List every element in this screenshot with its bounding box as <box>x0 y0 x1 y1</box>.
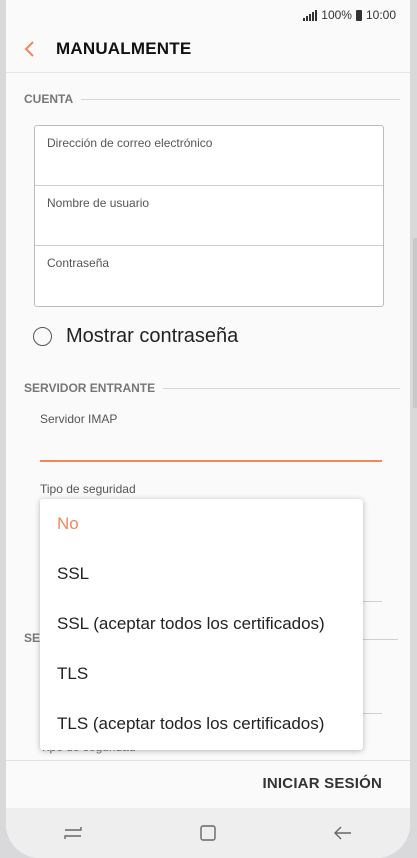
header-divider <box>6 72 410 73</box>
outgoing-section-fragment: SE <box>24 631 41 645</box>
page-title: MANUALMENTE <box>56 39 192 58</box>
recent-apps-icon <box>64 827 83 839</box>
back-nav-button[interactable] <box>323 818 363 848</box>
security-type-dropdown: No SSL SSL (aceptar todos los certificad… <box>40 499 363 750</box>
field-underline <box>363 713 382 714</box>
imap-server-input[interactable] <box>40 460 382 462</box>
section-divider <box>81 98 400 100</box>
recent-apps-button[interactable] <box>53 818 93 848</box>
battery-percent: 100% <box>321 8 352 22</box>
back-arrow-icon <box>333 826 351 840</box>
username-field-label: Nombre de usuario <box>47 196 150 210</box>
home-icon <box>200 825 216 841</box>
navigation-bar <box>6 808 410 858</box>
dropdown-option-tls[interactable]: TLS <box>40 649 363 699</box>
email-field[interactable]: Dirección de correo electrónico <box>35 126 383 186</box>
chevron-left-icon <box>24 41 34 57</box>
imap-server-label: Servidor IMAP <box>40 412 118 426</box>
back-button[interactable] <box>12 26 48 72</box>
signal-icon <box>303 9 318 21</box>
device-frame: 100% 10:00 MANUALMENTE CUENTA Dirección … <box>0 0 417 858</box>
battery-icon <box>355 9 362 21</box>
screen: 100% 10:00 MANUALMENTE CUENTA Dirección … <box>6 0 410 858</box>
dropdown-option-ssl-all-certs[interactable]: SSL (aceptar todos los certificados) <box>40 599 363 649</box>
section-title: SERVIDOR ENTRANTE <box>24 381 156 395</box>
dropdown-option-ssl[interactable]: SSL <box>40 549 363 599</box>
app-header: MANUALMENTE <box>6 26 410 72</box>
section-divider <box>163 387 400 389</box>
footer-divider <box>6 760 410 761</box>
account-fields: Dirección de correo electrónico Nombre d… <box>34 125 384 307</box>
dropdown-option-tls-all-certs[interactable]: TLS (aceptar todos los certificados) <box>40 699 363 749</box>
dropdown-option-no[interactable]: No <box>40 499 363 549</box>
password-field[interactable]: Contraseña <box>35 246 383 306</box>
section-header-incoming: SERVIDOR ENTRANTE <box>24 380 400 396</box>
username-field[interactable]: Nombre de usuario <box>35 186 383 246</box>
sign-in-button[interactable]: INICIAR SESIÓN <box>263 775 382 792</box>
security-select-underline <box>363 601 382 602</box>
password-field-label: Contraseña <box>47 256 110 270</box>
email-field-label: Dirección de correo electrónico <box>47 136 213 150</box>
section-divider <box>363 639 398 640</box>
status-bar: 100% 10:00 <box>303 6 396 24</box>
show-password-toggle[interactable]: Mostrar contraseña <box>33 322 238 350</box>
show-password-label: Mostrar contraseña <box>66 324 239 347</box>
home-button[interactable] <box>188 818 228 848</box>
clock: 10:00 <box>365 8 396 22</box>
radio-button[interactable] <box>33 326 52 346</box>
section-title: CUENTA <box>24 92 74 106</box>
security-type-label: Tipo de seguridad <box>40 482 136 496</box>
section-header-account: CUENTA <box>24 91 400 107</box>
side-button <box>413 238 417 408</box>
